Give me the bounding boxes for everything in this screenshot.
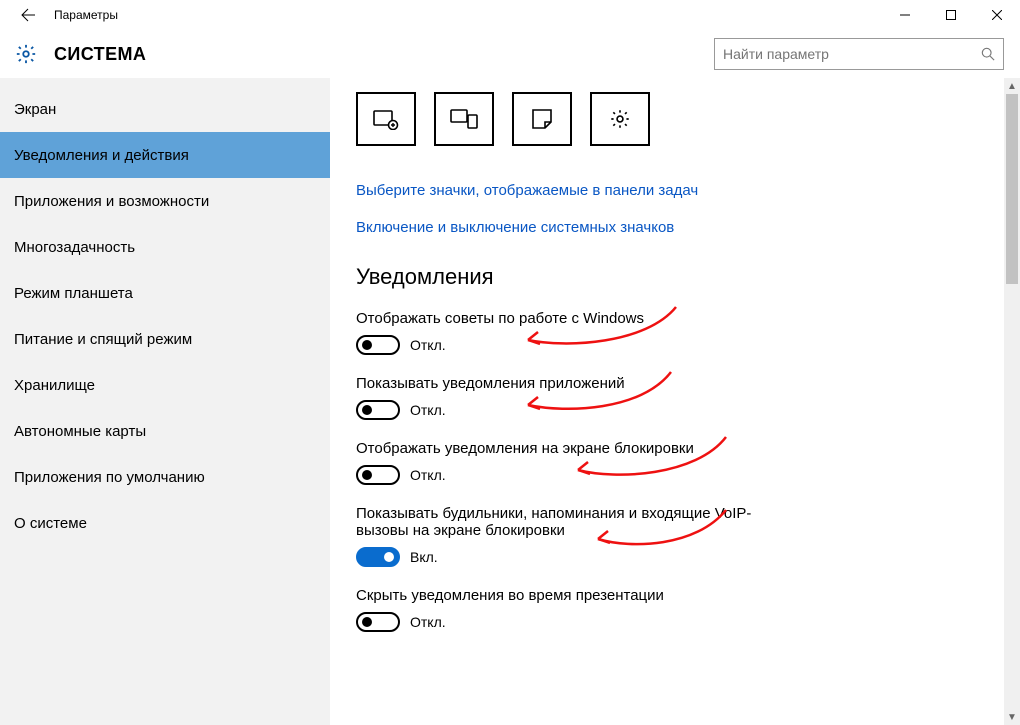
quick-tile-note[interactable] — [512, 92, 572, 146]
sidebar-item-maps[interactable]: Автономные карты — [0, 408, 330, 454]
toggle-group-hide-presentation: Скрыть уведомления во время презентации … — [356, 587, 786, 632]
sidebar-item-label: Питание и спящий режим — [14, 331, 192, 348]
quick-tile-connect[interactable] — [434, 92, 494, 146]
header: СИСТЕМА — [0, 30, 1020, 78]
body: Экран Уведомления и действия Приложения … — [0, 78, 1020, 725]
link-taskbar-icons[interactable]: Выберите значки, отображаемые в панели з… — [356, 182, 994, 199]
close-button[interactable] — [974, 0, 1020, 30]
header-title: СИСТЕМА — [54, 44, 146, 65]
content-wrap: Выберите значки, отображаемые в панели з… — [330, 78, 1020, 725]
quick-tile-settings[interactable] — [590, 92, 650, 146]
sidebar-item-label: Режим планшета — [14, 285, 133, 302]
toggle-group-alarms-lockscreen: Показывать будильники, напоминания и вхо… — [356, 505, 786, 567]
titlebar: Параметры — [0, 0, 1020, 30]
connect-icon — [450, 108, 478, 130]
toggle-group-app-notifications: Показывать уведомления приложений Откл. — [356, 375, 786, 420]
sidebar-item-tablet[interactable]: Режим планшета — [0, 270, 330, 316]
settings-gear-icon — [14, 42, 38, 66]
toggle-label: Скрыть уведомления во время презентации — [356, 587, 786, 604]
toggle-state: Откл. — [410, 337, 446, 353]
quick-tile-tablet-mode[interactable] — [356, 92, 416, 146]
sidebar-item-notifications[interactable]: Уведомления и действия — [0, 132, 330, 178]
toggle-state: Вкл. — [410, 549, 438, 565]
quick-actions-row — [356, 92, 994, 146]
sidebar-item-label: Уведомления и действия — [14, 147, 189, 164]
toggle-state: Откл. — [410, 402, 446, 418]
sidebar-item-storage[interactable]: Хранилище — [0, 362, 330, 408]
sidebar-item-label: Многозадачность — [14, 239, 135, 256]
sidebar-item-multitask[interactable]: Многозадачность — [0, 224, 330, 270]
toggle-group-windows-tips: Отображать советы по работе с Windows От… — [356, 310, 786, 355]
content: Выберите значки, отображаемые в панели з… — [330, 78, 1020, 725]
toggle-switch[interactable] — [356, 335, 400, 355]
toggle-switch[interactable] — [356, 465, 400, 485]
link-system-icons[interactable]: Включение и выключение системных значков — [356, 219, 994, 236]
search-input[interactable] — [723, 46, 981, 62]
toggle-switch[interactable] — [356, 547, 400, 567]
sidebar-item-label: Приложения по умолчанию — [14, 469, 205, 486]
toggle-label: Показывать уведомления приложений — [356, 375, 786, 392]
gear-icon — [609, 108, 631, 130]
toggle-label: Отображать советы по работе с Windows — [356, 310, 786, 327]
sidebar-item-about[interactable]: О системе — [0, 500, 330, 546]
back-button[interactable] — [8, 0, 48, 30]
scroll-thumb[interactable] — [1006, 94, 1018, 284]
sidebar-item-screen[interactable]: Экран — [0, 86, 330, 132]
scroll-down-icon[interactable]: ▼ — [1004, 709, 1020, 725]
sidebar-item-label: Хранилище — [14, 377, 95, 394]
window-controls — [882, 0, 1020, 30]
toggle-switch[interactable] — [356, 612, 400, 632]
note-icon — [531, 108, 553, 130]
sidebar: Экран Уведомления и действия Приложения … — [0, 78, 330, 725]
sidebar-item-label: О системе — [14, 515, 87, 532]
minimize-button[interactable] — [882, 0, 928, 30]
search-box[interactable] — [714, 38, 1004, 70]
sidebar-item-default-apps[interactable]: Приложения по умолчанию — [0, 454, 330, 500]
toggle-state: Откл. — [410, 467, 446, 483]
sidebar-item-label: Приложения и возможности — [14, 193, 209, 210]
sidebar-item-label: Автономные карты — [14, 423, 146, 440]
maximize-button[interactable] — [928, 0, 974, 30]
toggle-state: Откл. — [410, 614, 446, 630]
toggle-group-lockscreen-notifications: Отображать уведомления на экране блокиро… — [356, 440, 786, 485]
toggle-label: Показывать будильники, напоминания и вхо… — [356, 505, 786, 539]
sidebar-item-apps[interactable]: Приложения и возможности — [0, 178, 330, 224]
sidebar-item-label: Экран — [14, 101, 56, 118]
scrollbar[interactable]: ▲ ▼ — [1004, 78, 1020, 725]
section-notifications-title: Уведомления — [356, 264, 994, 290]
toggle-label: Отображать уведомления на экране блокиро… — [356, 440, 786, 457]
scroll-up-icon[interactable]: ▲ — [1004, 78, 1020, 94]
tablet-mode-icon — [373, 108, 399, 130]
search-icon — [981, 47, 995, 61]
sidebar-item-power[interactable]: Питание и спящий режим — [0, 316, 330, 362]
toggle-switch[interactable] — [356, 400, 400, 420]
window-title: Параметры — [48, 8, 118, 22]
